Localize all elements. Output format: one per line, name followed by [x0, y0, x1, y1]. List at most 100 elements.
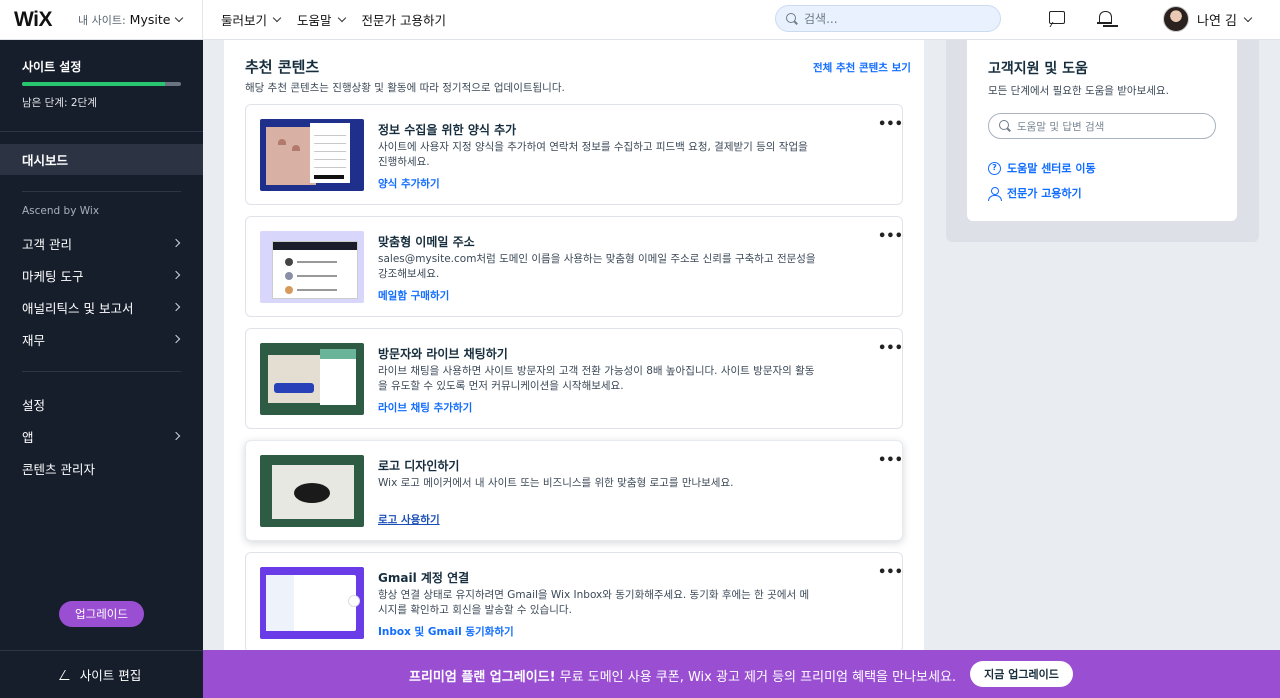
setup-progress-fill — [22, 82, 166, 86]
site-name[interactable]: Mysite — [130, 12, 171, 27]
card-action-link[interactable]: 메일함 구매하기 — [378, 288, 449, 303]
card-action-link[interactable]: 라이브 채팅 추가하기 — [378, 400, 472, 415]
card-description: 사이트에 사용자 지정 양식을 추가하여 연락처 정보를 수집하고 피드백 요청… — [378, 141, 808, 168]
nav-explore[interactable]: 둘러보기 — [221, 10, 282, 29]
card-action-link[interactable]: 양식 추가하기 — [378, 176, 440, 191]
help-search-input[interactable]: 도움말 및 답변 검색 — [988, 113, 1216, 139]
hire-expert-link[interactable]: 전문가 고용하기 — [988, 185, 1082, 201]
card-thumbnail — [260, 343, 364, 415]
sidebar-item-content-manager[interactable]: 콘텐츠 관리자 — [0, 452, 203, 484]
more-options-icon[interactable]: ••• — [878, 229, 903, 244]
top-nav: 둘러보기 도움말 전문가 고용하기 — [221, 10, 446, 29]
nav-help[interactable]: 도움말 — [297, 10, 346, 29]
question-icon: ? — [988, 161, 1001, 175]
more-options-icon[interactable]: ••• — [878, 453, 903, 468]
recommendation-card[interactable]: 맞춤형 이메일 주소 sales@mysite.com처럼 도메인 이름을 사용… — [245, 216, 903, 317]
sidebar-item-apps[interactable]: 앱 — [0, 420, 203, 452]
search-icon — [999, 120, 1011, 132]
chevron-down-icon — [1243, 13, 1253, 22]
edit-site-button[interactable]: 사이트 편집 — [0, 650, 203, 698]
recommendation-card[interactable]: 정보 수집을 위한 양식 추가 사이트에 사용자 지정 양식을 추가하여 연락처… — [245, 104, 903, 205]
nav-explore-label: 둘러보기 — [221, 13, 268, 28]
card-thumbnail — [260, 455, 364, 527]
more-options-icon[interactable]: ••• — [878, 341, 903, 356]
card-title: Gmail 계정 연결 — [378, 571, 470, 585]
chevron-right-icon — [171, 238, 181, 248]
see-all-link[interactable]: 전체 추천 콘텐츠 보기 — [813, 60, 911, 75]
top-icons — [1048, 9, 1114, 27]
site-label: 내 사이트: — [77, 13, 126, 27]
sidebar-item-dashboard[interactable]: 대시보드 — [0, 144, 203, 175]
nav-hire-expert[interactable]: 전문가 고용하기 — [362, 10, 446, 29]
section-subtitle: 해당 추천 콘텐츠는 진행상황 및 활동에 따라 정기적으로 업데이트됩니다. — [245, 82, 565, 94]
recommendation-card[interactable]: 로고 디자인하기 Wix 로고 메이커에서 내 사이트 또는 비즈니스를 위한 … — [245, 440, 903, 541]
sidebar-item-finance[interactable]: 재무 — [0, 323, 203, 355]
premium-banner: 프리미엄 플랜 업그레이드! 무료 도메인 사용 쿠폰, Wix 광고 제거 등… — [203, 650, 1280, 698]
chevron-right-icon — [171, 334, 181, 344]
card-description: 항상 연결 상태로 유지하려면 Gmail을 Wix Inbox와 동기화해주세… — [378, 589, 810, 616]
user-menu[interactable]: 나연 김 — [1163, 6, 1253, 32]
card-title: 맞춤형 이메일 주소 — [378, 235, 475, 249]
nav-help-label: 도움말 — [297, 13, 332, 28]
hire-expert-label: 전문가 고용하기 — [1007, 187, 1082, 200]
chevron-right-icon — [171, 302, 181, 312]
card-description: 라이브 채팅을 사용하면 사이트 방문자의 고객 전환 가능성이 8배 높아집니… — [378, 365, 815, 392]
search-icon — [786, 12, 798, 25]
sidebar-item-label: 재무 — [22, 332, 46, 348]
chat-icon[interactable] — [1048, 9, 1066, 27]
person-icon — [988, 186, 1002, 201]
chevron-down-icon[interactable] — [175, 13, 184, 23]
card-title: 방문자와 라이브 채팅하기 — [378, 347, 508, 361]
top-search-input[interactable]: 검색... — [775, 5, 1001, 32]
card-thumbnail — [260, 231, 364, 303]
sidebar-item-label: 앱 — [22, 429, 34, 445]
recommendation-card[interactable]: 방문자와 라이브 채팅하기 라이브 채팅을 사용하면 사이트 방문자의 고객 전… — [245, 328, 903, 429]
sidebar-item-settings[interactable]: 설정 — [0, 388, 203, 420]
chevron-down-icon — [337, 13, 346, 23]
sidebar-item-label: 애널리틱스 및 보고서 — [22, 300, 134, 316]
sidebar-item-analytics[interactable]: 애널리틱스 및 보고서 — [0, 291, 203, 323]
pencil-icon — [58, 669, 75, 680]
help-center-link[interactable]: ? 도움말 센터로 이동 — [988, 160, 1096, 176]
chevron-right-icon — [171, 431, 181, 441]
wix-logo[interactable]: WiX — [14, 8, 52, 32]
search-placeholder: 검색... — [804, 12, 838, 26]
sidebar-item-marketing[interactable]: 마케팅 도구 — [0, 259, 203, 291]
banner-message: 프리미엄 플랜 업그레이드! 무료 도메인 사용 쿠폰, Wix 광고 제거 등… — [409, 666, 956, 685]
sidebar-item-label: 설정 — [22, 397, 46, 413]
setup-title: 사이트 설정 — [22, 60, 82, 74]
card-action-link[interactable]: Inbox 및 Gmail 동기화하기 — [378, 624, 514, 639]
banner-text: 무료 도메인 사용 쿠폰, Wix 광고 제거 등의 프리미엄 혜택을 만나보세… — [555, 670, 957, 685]
avatar[interactable] — [1163, 6, 1189, 32]
recommendation-card[interactable]: Gmail 계정 연결 항상 연결 상태로 유지하려면 Gmail을 Wix I… — [245, 552, 903, 653]
user-name: 나연 김 — [1197, 13, 1238, 29]
card-action-link[interactable]: 로고 사용하기 — [378, 512, 440, 527]
nav-hire-expert-label: 전문가 고용하기 — [361, 13, 447, 28]
section-title: 추천 콘텐츠 — [245, 58, 320, 76]
chevron-down-icon — [272, 13, 282, 23]
help-subtitle: 모든 단계에서 필요한 도움을 받아보세요. — [988, 85, 1169, 97]
site-setup[interactable]: 사이트 설정 남은 단계: 2단계 — [0, 40, 203, 132]
help-search-placeholder: 도움말 및 답변 검색 — [1017, 120, 1105, 133]
help-title: 고객지원 및 도움 — [988, 61, 1088, 77]
more-options-icon[interactable]: ••• — [878, 117, 903, 132]
setup-steps: 남은 단계: 2단계 — [22, 97, 97, 109]
upgrade-button[interactable]: 업그레이드 — [59, 601, 144, 627]
upgrade-now-button[interactable]: 지금 업그레이드 — [970, 661, 1073, 687]
card-description: sales@mysite.com처럼 도메인 이름을 사용하는 맞춤형 이메일 … — [378, 253, 816, 280]
divider — [22, 191, 181, 192]
setup-progress-bar — [22, 82, 181, 86]
banner-bold: 프리미엄 플랜 업그레이드! — [409, 670, 556, 685]
card-title: 로고 디자인하기 — [378, 459, 460, 473]
edit-site-label: 사이트 편집 — [79, 668, 142, 683]
card-title: 정보 수집을 위한 양식 추가 — [378, 123, 517, 137]
chevron-right-icon — [171, 270, 181, 280]
divider — [22, 371, 181, 372]
sidebar-item-customers[interactable]: 고객 관리 — [0, 227, 203, 259]
bell-icon[interactable] — [1096, 9, 1114, 27]
card-description: Wix 로고 메이커에서 내 사이트 또는 비즈니스를 위한 맞춤형 로고를 만… — [378, 477, 734, 489]
site-switcher[interactable]: WiX 내 사이트: Mysite — [0, 0, 203, 40]
sidebar-item-label: 고객 관리 — [22, 236, 72, 252]
more-options-icon[interactable]: ••• — [878, 565, 903, 580]
sidebar: 사이트 설정 남은 단계: 2단계 대시보드 Ascend by Wix 고객 … — [0, 40, 203, 698]
